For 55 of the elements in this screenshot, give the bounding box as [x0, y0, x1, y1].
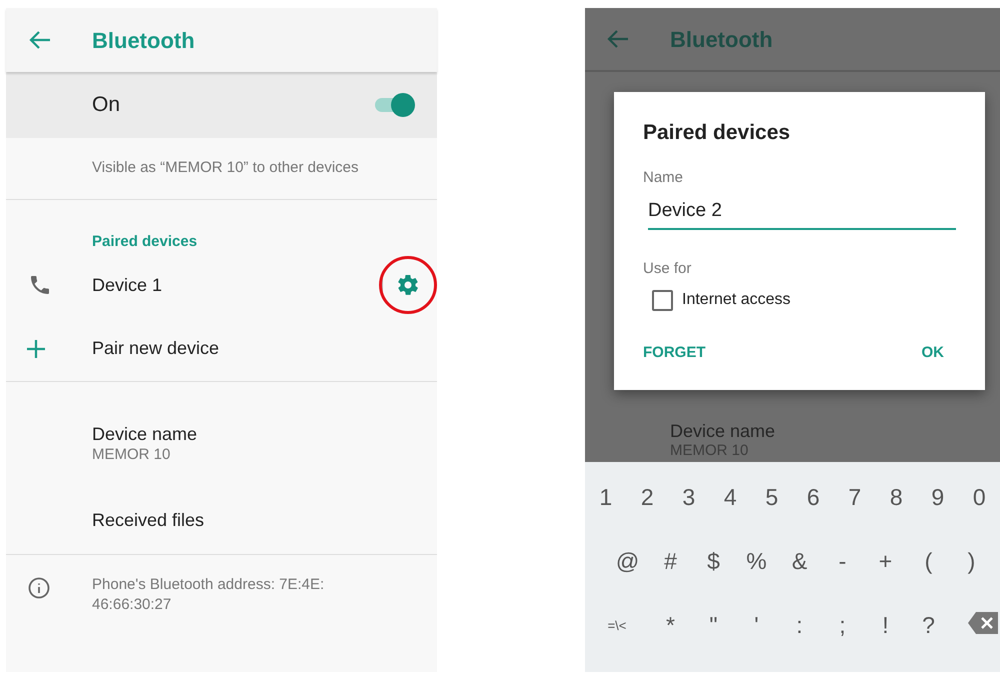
keyboard-key[interactable]: & [778, 544, 821, 578]
bluetooth-address-note: Phone's Bluetooth address: 7E:4E: 46:66:30:27 [92, 575, 326, 615]
keyboard-key[interactable]: 9 [917, 480, 958, 514]
backspace-icon[interactable] [968, 612, 998, 634]
name-label: Name [643, 168, 684, 188]
device-name-label[interactable]: Device name [92, 423, 437, 445]
dialog-button[interactable]: OK [922, 342, 944, 364]
keyboard-key[interactable]: 5 [751, 480, 792, 514]
keyboard-key[interactable]: $ [692, 544, 735, 578]
received-files[interactable]: Received files [92, 510, 204, 530]
use-for-label: Use for [643, 258, 692, 278]
keyboard-key[interactable]: ) [950, 544, 993, 578]
keyboard-key[interactable]: 3 [668, 480, 710, 514]
pair-new-device[interactable]: Pair new device [92, 335, 220, 362]
option-label: Internet access [682, 290, 790, 310]
keyboard-key[interactable]: * [649, 608, 692, 642]
back-arrow-icon[interactable] [29, 30, 51, 50]
checkbox[interactable] [652, 290, 673, 310]
dialog-button[interactable]: FORGET [643, 342, 706, 364]
keyboard-key[interactable]: ' [735, 608, 778, 642]
plus-icon[interactable] [26, 338, 46, 358]
phone-icon [28, 273, 52, 297]
keyboard-key[interactable]: 7 [834, 480, 876, 514]
keyboard-key[interactable]: 0 [958, 480, 1000, 514]
settings-icon [396, 273, 420, 297]
keyboard-key[interactable]: 2 [626, 480, 668, 514]
toggle-label: On [92, 92, 122, 118]
keyboard-key[interactable]: ( [907, 544, 950, 578]
device-name[interactable]: Device 1 [92, 272, 382, 298]
visibility-note: Visible as “MEMOR 10” to other devices [92, 158, 358, 178]
info-icon [28, 577, 50, 599]
dialog-title: Paired devices [643, 120, 792, 146]
screen-title: Bluetooth [92, 26, 195, 54]
keyboard-key[interactable]: 1 [585, 480, 626, 514]
section-title: Paired devices [92, 233, 198, 250]
screen-title: Bluetooth [670, 26, 773, 54]
back-arrow-icon[interactable] [607, 29, 629, 49]
keyboard-key[interactable]: ? [907, 608, 950, 642]
keyboard-key[interactable]: 4 [710, 480, 751, 514]
keyboard-key[interactable]: + [864, 544, 907, 578]
keyboard-key[interactable]: % [735, 544, 778, 578]
keyboard-key[interactable]: @ [606, 544, 649, 578]
name-input[interactable]: Device 2 [648, 197, 956, 230]
keyboard-key[interactable]: : [778, 608, 821, 642]
keyboard-key[interactable]: # [649, 544, 692, 578]
device-name-label: Device name [670, 420, 776, 442]
keyboard-key[interactable]: - [821, 544, 864, 578]
keyboard-key[interactable]: ! [864, 608, 907, 642]
device-name-value: MEMOR 10 [92, 445, 172, 465]
toggle-row[interactable]: On [6, 72, 437, 138]
keyboard-key[interactable]: 8 [876, 480, 917, 514]
keyboard-key[interactable]: ; [821, 608, 864, 642]
keyboard-key[interactable]: =\< [585, 608, 649, 642]
keyboard-key[interactable]: " [692, 608, 735, 642]
keyboard-key[interactable]: 6 [792, 480, 834, 514]
